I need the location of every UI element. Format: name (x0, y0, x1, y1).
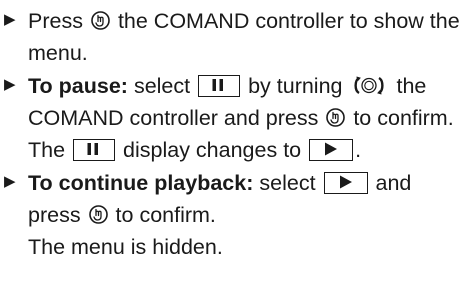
play-icon (323, 172, 368, 194)
step-3-result: The menu is hidden. (28, 235, 223, 259)
step-press-controller: ▶ Press the COMAND controller to show th… (4, 5, 463, 69)
press-controller-icon (88, 204, 109, 225)
step-2-text-a: select (133, 74, 191, 98)
play-icon (309, 139, 354, 161)
instruction-page: ▶ Press the COMAND controller to show th… (0, 5, 463, 291)
press-controller-icon (325, 107, 346, 128)
step-2-result-b: display changes to (123, 138, 302, 162)
pause-label: To pause: (28, 74, 128, 98)
triangle-right-icon: ▶ (4, 11, 16, 28)
pause-icon (198, 75, 241, 97)
step-pause: ▶ To pause: select by turning the COMAND… (4, 70, 463, 166)
step-3-text-a: select (259, 171, 316, 195)
triangle-right-icon: ▶ (4, 173, 16, 190)
step-2-text-b: by turning (248, 74, 343, 98)
pause-icon (73, 139, 116, 161)
step-2-text-d: to confirm. (353, 106, 454, 130)
triangle-right-icon: ▶ (4, 76, 16, 93)
step-1-text-a: Press (28, 9, 83, 33)
continue-label: To continue playback: (28, 171, 254, 195)
step-3-text-c: to confirm. (115, 203, 216, 227)
press-controller-icon (90, 10, 111, 31)
step-2-result-a: The (28, 138, 66, 162)
turn-controller-icon (350, 75, 388, 96)
step-2-result-c: . (355, 138, 362, 162)
step-continue-playback: ▶ To continue playback: select and press… (4, 167, 463, 263)
